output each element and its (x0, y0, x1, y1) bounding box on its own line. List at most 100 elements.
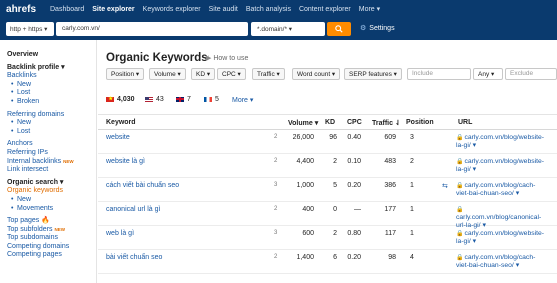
col-volume[interactable]: Volume ▾ (288, 119, 318, 127)
flag-fr-icon (204, 96, 212, 102)
volume-value: 4,400 (296, 158, 314, 165)
keyword-link[interactable]: canonical url là gì (106, 206, 160, 213)
fire-icon: 🔥 (41, 217, 50, 225)
filter-cpc[interactable]: CPC ▾ (217, 68, 246, 80)
word-count: 2 (274, 158, 278, 164)
url-link[interactable]: 🔒carly.com.vn/blog/website-la-gi/ ▾ (456, 230, 546, 246)
url-text[interactable]: carly.com.vn/blog/website-la-gi/ ▾ (456, 158, 544, 173)
sidebar-competing-domains[interactable]: Competing domains (7, 243, 96, 252)
sidebar-overview[interactable]: Overview (7, 51, 96, 60)
col-keyword[interactable]: Keyword (106, 119, 136, 126)
word-count: 2 (274, 134, 278, 140)
sidebar-top-subdomains[interactable]: Top subdomains (7, 234, 96, 243)
nav-dashboard[interactable]: Dashboard (50, 6, 84, 13)
more-countries-button[interactable]: More ▾ (232, 96, 253, 104)
sidebar-rd-lost[interactable]: Lost (7, 128, 96, 137)
col-cpc[interactable]: CPC (347, 119, 362, 126)
sidebar-referring-domains[interactable]: Referring domains (7, 111, 96, 120)
country-fr[interactable]: 5 (204, 96, 219, 103)
protocol-select[interactable]: http + https ▾ (6, 22, 54, 36)
nav-keywords-explorer[interactable]: Keywords explorer (143, 6, 201, 13)
col-position[interactable]: Position (406, 119, 434, 126)
sidebar-top-subfolders[interactable]: Top subfolders NEW (7, 226, 96, 235)
cpc-value: 0.20 (347, 182, 361, 189)
url-link[interactable]: 🔒carly.com.vn/blog/cach-viet-bai-chuan-s… (456, 182, 546, 198)
any-select[interactable]: Any ▾ (473, 68, 503, 80)
how-to-use-link[interactable]: ▶ How to use (206, 54, 248, 62)
traffic-value: 117 (384, 230, 396, 237)
flag-gb-icon (176, 96, 184, 102)
position-value: 1 (410, 206, 414, 213)
sidebar-ok-movements[interactable]: Movements (7, 205, 96, 214)
nav-more[interactable]: More ▾ (359, 5, 380, 13)
country-us[interactable]: 43 (145, 96, 164, 103)
sidebar-ok-new[interactable]: New (7, 196, 96, 205)
sitelink-icon: ⇆ (442, 183, 448, 190)
sidebar-internal-backlinks[interactable]: Internal backlinks NEW (7, 158, 96, 167)
filter-serp-features[interactable]: SERP features ▾ (344, 68, 402, 80)
sidebar-competing-pages[interactable]: Competing pages (7, 251, 96, 260)
url-link[interactable]: 🔒carly.com.vn/blog/cach-viet-bai-chuan-s… (456, 254, 546, 270)
keyword-link[interactable]: cách viết bài chuẩn seo (106, 182, 179, 189)
domain-input[interactable]: carly.com.vn/ (56, 22, 248, 36)
traffic-value: 386 (384, 182, 396, 189)
nav-site-explorer[interactable]: Site explorer (92, 6, 134, 13)
mode-select[interactable]: *.domain/* ▾ (251, 22, 325, 36)
sidebar-backlinks[interactable]: Backlinks (7, 72, 96, 81)
nav-content-explorer[interactable]: Content explorer (299, 6, 351, 13)
col-url[interactable]: URL (458, 119, 472, 126)
cpc-value: 0.40 (347, 134, 361, 141)
nav-site-audit[interactable]: Site audit (209, 6, 238, 13)
filter-word-count[interactable]: Word count ▾ (292, 68, 341, 80)
country-gb[interactable]: 7 (176, 96, 191, 103)
sidebar-link-intersect[interactable]: Link intersect (7, 166, 96, 175)
url-text[interactable]: carly.com.vn/blog/website-la-gi/ ▾ (456, 134, 544, 149)
filter-traffic[interactable]: Traffic ▾ (252, 68, 285, 80)
keyword-link[interactable]: website (106, 134, 130, 141)
table-header: Keyword Volume ▾ KD CPC Traffic ⇃ Positi… (98, 114, 557, 130)
lock-icon: 🔒 (456, 207, 464, 213)
col-traffic[interactable]: Traffic ⇃ (372, 119, 401, 127)
kd-value: 5 (333, 182, 337, 189)
volume-value: 600 (302, 230, 314, 237)
sidebar-organic-keywords[interactable]: Organic keywords (7, 187, 96, 196)
keyword-link[interactable]: website là gì (106, 158, 145, 165)
sidebar-organic-search[interactable]: Organic search ▾ (7, 179, 96, 188)
url-text[interactable]: carly.com.vn/blog/website-la-gi/ ▾ (456, 230, 544, 245)
ahrefs-logo[interactable]: ahrefs (6, 4, 42, 15)
url-link[interactable]: 🔒carly.com.vn/blog/website-la-gi/ ▾ (456, 158, 546, 174)
include-input[interactable]: Include (407, 68, 471, 80)
filter-volume[interactable]: Volume ▾ (149, 68, 186, 80)
top-nav: ahrefs Dashboard Site explorer Keywords … (0, 0, 557, 18)
sidebar-backlinks-lost[interactable]: Lost (7, 89, 96, 98)
col-kd[interactable]: KD (325, 119, 335, 126)
sidebar-anchors[interactable]: Anchors (7, 140, 96, 149)
filter-position[interactable]: Position ▾ (106, 68, 145, 80)
sidebar-top-pages[interactable]: Top pages 🔥 (7, 217, 96, 226)
country-vn[interactable]: ★ 4,030 (106, 96, 135, 103)
url-text[interactable]: carly.com.vn/blog/cach-viet-bai-chuan-se… (456, 182, 535, 197)
url-link[interactable]: 🔒carly.com.vn/blog/website-la-gi/ ▾ (456, 134, 546, 150)
exclude-input[interactable]: Exclude (505, 68, 557, 80)
new-badge: NEW (54, 226, 66, 232)
filter-kd[interactable]: KD ▾ (191, 68, 216, 80)
lock-icon: 🔒 (456, 135, 464, 141)
sidebar-backlinks-new[interactable]: New (7, 81, 96, 90)
new-badge: NEW (63, 158, 74, 164)
sidebar: Overview Backlink profile ▾ Backlinks Ne… (0, 40, 97, 283)
cpc-value: — (354, 206, 361, 213)
table-row: website 2 26,000 96 0.40 609 3 🔒carly.com.vn/bl… (98, 130, 557, 154)
sidebar-backlink-profile[interactable]: Backlink profile ▾ (7, 64, 96, 73)
settings-button[interactable]: ⚙ Settings (360, 24, 395, 32)
gear-icon: ⚙ (360, 25, 367, 32)
keyword-link[interactable]: web là gì (106, 230, 134, 237)
sidebar-backlinks-broken[interactable]: Broken (7, 98, 96, 107)
url-text[interactable]: carly.com.vn/blog/cach-viet-bai-chuan-se… (456, 254, 535, 269)
nav-batch-analysis[interactable]: Batch analysis (246, 6, 291, 13)
volume-value: 1,000 (296, 182, 314, 189)
flag-vn-icon: ★ (106, 96, 114, 102)
sidebar-rd-new[interactable]: New (7, 119, 96, 128)
sidebar-referring-ips[interactable]: Referring IPs (7, 149, 96, 158)
search-button[interactable] (327, 22, 351, 36)
keyword-link[interactable]: bài viết chuẩn seo (106, 254, 162, 261)
